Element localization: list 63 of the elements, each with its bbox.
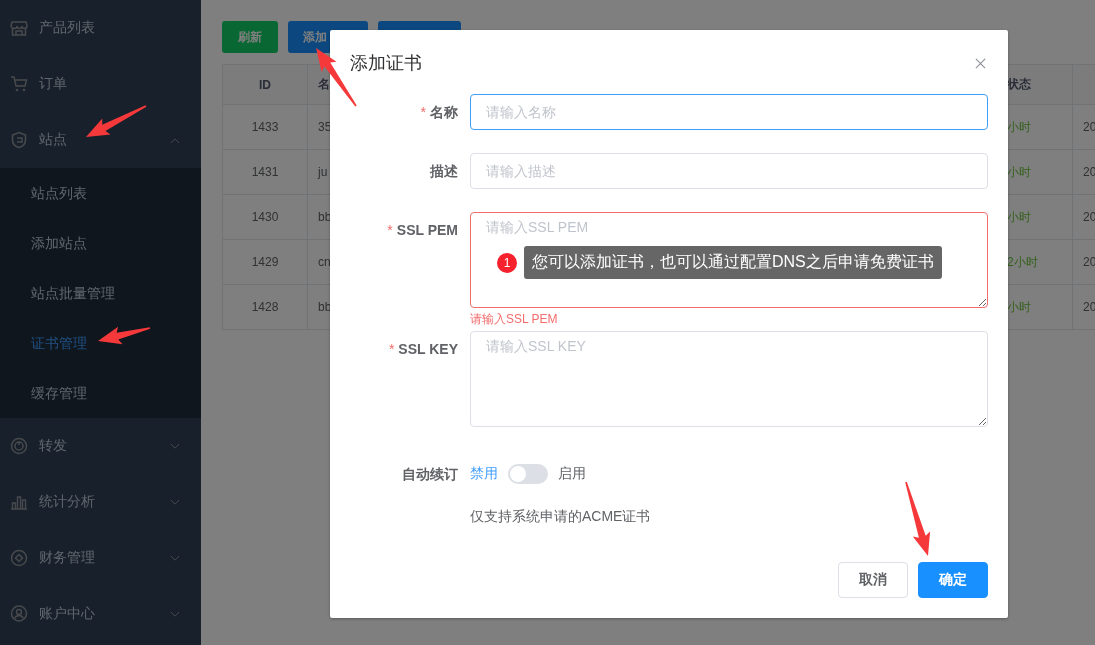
store-icon: [10, 19, 28, 37]
submenu-item[interactable]: 站点列表: [0, 168, 201, 218]
tooltip: 您可以添加证书，也可以通过配置DNS之后申请免费证书: [524, 246, 942, 279]
menu-item[interactable]: 站点: [0, 112, 201, 168]
chevron-down-icon: [170, 611, 180, 618]
menu-item[interactable]: 账户中心: [0, 586, 201, 642]
table-cell: 1433: [223, 105, 308, 150]
menu-label: 财务管理: [39, 549, 95, 567]
dialog-button[interactable]: 取消: [838, 562, 908, 598]
menu-item[interactable]: 统计分析: [0, 474, 201, 530]
coin-icon: [10, 549, 28, 567]
required-asterisk: *: [420, 103, 426, 122]
menu-item[interactable]: 产品列表: [0, 0, 201, 56]
input-field[interactable]: 请输入名称: [470, 94, 988, 130]
field-label: 名称: [430, 103, 458, 122]
toolbar-button[interactable]: 刷新: [222, 21, 278, 53]
menu-label: 账户中心: [39, 605, 95, 623]
table-cell: 1430: [223, 195, 308, 240]
toggle-switch[interactable]: [508, 464, 548, 484]
table-cell: 1431: [223, 150, 308, 195]
menu-label: 统计分析: [39, 493, 95, 511]
dialog-title: 添加证书: [350, 52, 422, 75]
table-cell: 1428: [223, 285, 308, 330]
menu-label: 订单: [39, 75, 67, 93]
field-label: SSL PEM: [396, 221, 458, 240]
submenu-item[interactable]: 缓存管理: [0, 368, 201, 418]
menu-item[interactable]: 转发: [0, 418, 201, 474]
hint-text: 仅支持系统申请的ACME证书: [470, 508, 651, 524]
field-label: 自动续订: [402, 465, 458, 484]
shield-icon: [10, 131, 28, 149]
close-icon[interactable]: [975, 57, 986, 69]
chevron-down-icon: [170, 555, 180, 562]
chevron-up-icon: [170, 137, 180, 144]
required-asterisk: *: [388, 340, 395, 359]
table-cell: 20: [1073, 240, 1095, 285]
submenu-item[interactable]: 站点批量管理: [0, 268, 201, 318]
menu-item[interactable]: 订单: [0, 56, 201, 112]
switch-label: 禁用: [470, 465, 498, 483]
field-label: 描述: [430, 162, 458, 181]
table-cell: 20: [1073, 195, 1095, 240]
menu-label: 站点: [39, 131, 67, 149]
arrow-annotation: [98, 326, 151, 345]
menu-item[interactable]: 财务管理: [0, 530, 201, 586]
chevron-down-icon: [170, 443, 180, 450]
table-cell: 20: [1073, 105, 1095, 150]
chevron-down-icon: [170, 499, 180, 506]
switch-label: 启用: [558, 465, 586, 483]
dialog-button[interactable]: 确定: [918, 562, 988, 598]
submenu-item[interactable]: 添加站点: [0, 218, 201, 268]
menu-label: 产品列表: [39, 19, 95, 37]
arrow-annotation: [86, 105, 147, 137]
required-asterisk: *: [387, 221, 393, 240]
field-label: SSL KEY: [398, 340, 458, 359]
table-cell: 1429: [223, 240, 308, 285]
table-cell: 20: [1073, 285, 1095, 330]
table-cell: 20: [1073, 150, 1095, 195]
user-icon: [10, 605, 28, 623]
menu-label: 转发: [39, 437, 67, 455]
cart-icon: [10, 75, 28, 93]
submenu-item[interactable]: 证书管理: [0, 318, 201, 368]
error-message: 请输入SSL PEM: [470, 311, 558, 328]
column-header: ID: [223, 65, 308, 105]
bar-chart-icon: [10, 493, 28, 511]
